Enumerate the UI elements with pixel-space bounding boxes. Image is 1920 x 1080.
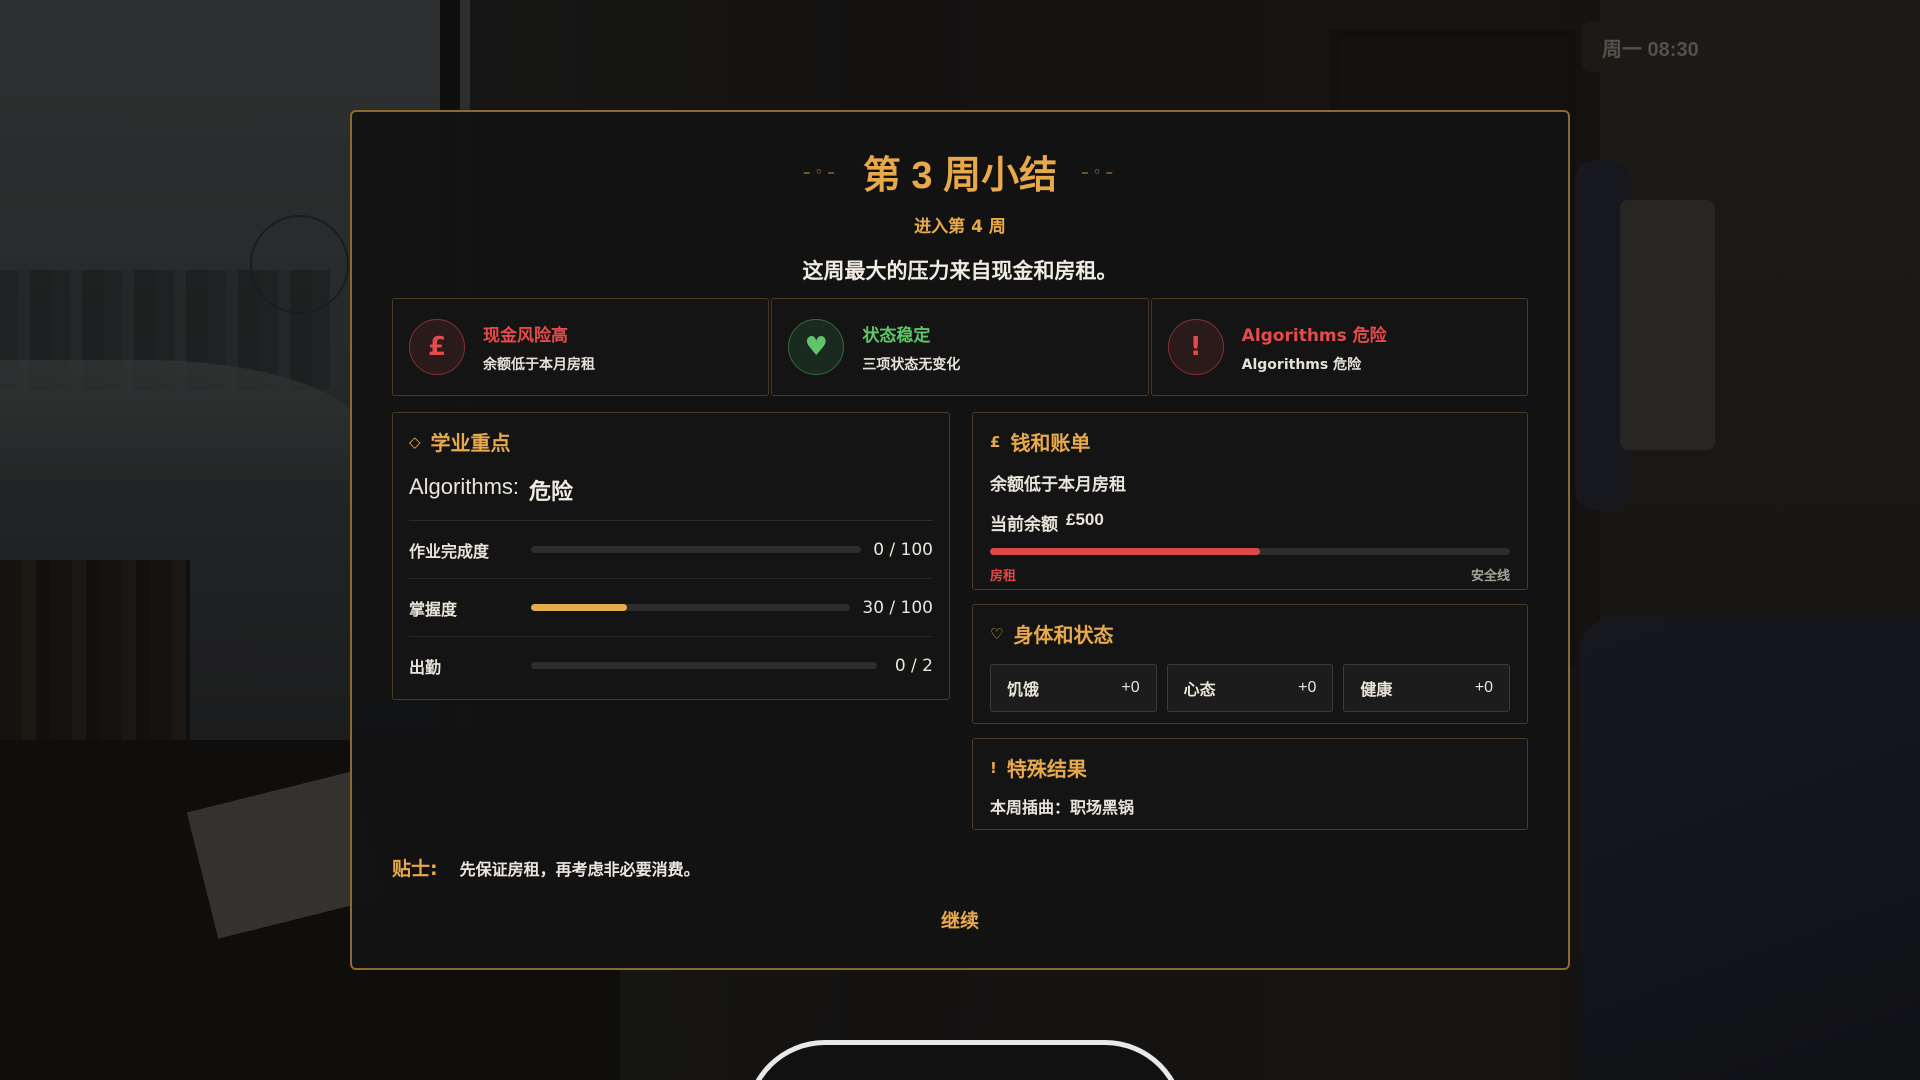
status-cards: £ 现金风险高 余额低于本月房租 ♥ 状态稳定 三项状态无变化 ! Algori…	[392, 298, 1528, 396]
balance-bar-labels: 房租 安全线	[990, 565, 1510, 584]
metric-row-mastery: 掌握度 30 / 100	[409, 579, 933, 637]
balance-value: £500	[1066, 510, 1104, 529]
study-panel-title: 学业重点	[430, 431, 511, 455]
money-panel-header: £ 钱和账单	[990, 427, 1510, 456]
safe-line-label: 安全线	[1470, 569, 1510, 584]
status-title: 状态稳定	[862, 325, 931, 346]
diamond-icon: ◇	[409, 432, 421, 451]
special-result-text: 本周插曲：职场黑锅	[990, 798, 1135, 817]
status-desc: 余额低于本月房租	[483, 356, 595, 373]
exclamation-icon: !	[990, 758, 997, 777]
rent-label: 房租	[990, 569, 1017, 584]
title-row: –◦– 第 3 周小结 –◦–	[352, 144, 1568, 199]
status-card-stable: ♥ 状态稳定 三项状态无变化	[771, 298, 1149, 396]
metric-value: 0 / 2	[894, 655, 933, 676]
body-panel-title: 身体和状态	[1013, 623, 1114, 647]
stat-delta: +0	[1121, 679, 1140, 696]
course-status: 危险	[529, 480, 574, 505]
money-panel: £ 钱和账单 余额低于本月房租 当前余额 £500 房租 安全线	[972, 412, 1528, 590]
bottom-handle	[745, 1040, 1185, 1080]
money-warning: 余额低于本月房租	[990, 475, 1126, 495]
body-status-panel: ♡ 身体和状态 饥饿 +0 心态 +0 健康 +0	[972, 604, 1528, 724]
tip-text: 先保证房租，再考虑非必要消费。	[459, 859, 700, 879]
status-desc: Algorithms 危险	[1241, 356, 1362, 373]
heart-outline-icon: ♡	[990, 624, 1004, 643]
status-title: Algorithms 危险	[1241, 325, 1387, 346]
status-card-course-danger: ! Algorithms 危险 Algorithms 危险	[1150, 298, 1528, 396]
stat-label: 饥饿	[1007, 680, 1040, 699]
stat-hunger: 饥饿 +0	[990, 664, 1157, 712]
progress-track	[531, 546, 862, 553]
stat-label: 健康	[1360, 680, 1393, 699]
dialog-subtitle: 进入第 4 周	[914, 217, 1006, 237]
stat-delta: +0	[1298, 679, 1317, 696]
body-panel-header: ♡ 身体和状态	[990, 619, 1510, 648]
dialog-title: 第 3 周小结	[862, 155, 1058, 197]
stat-label: 心态	[1183, 680, 1216, 699]
metric-value: 0 / 100	[873, 539, 933, 560]
status-desc: 三项状态无变化	[862, 356, 961, 373]
tip-row: 贴士: 先保证房租，再考虑非必要消费。	[392, 854, 700, 881]
clock-display: 周一 08:30	[1582, 22, 1902, 72]
pound-icon: £	[990, 432, 1001, 451]
metric-label: 掌握度	[409, 599, 458, 619]
continue-button[interactable]: 继续	[352, 906, 1568, 933]
title-ornament-right: –◦–	[1081, 162, 1117, 181]
progress-fill	[531, 604, 627, 611]
special-panel-title: 特殊结果	[1006, 757, 1087, 781]
metric-label: 出勤	[409, 657, 442, 677]
stat-health: 健康 +0	[1343, 664, 1511, 712]
study-panel-header: ◇ 学业重点	[409, 427, 933, 456]
status-card-cash-risk: £ 现金风险高 余额低于本月房租	[392, 298, 770, 396]
stat-delta: +0	[1474, 679, 1494, 696]
special-result-panel: ! 特殊结果 本周插曲：职场黑锅	[972, 738, 1528, 830]
stat-mood: 心态 +0	[1166, 664, 1334, 712]
course-row: Algorithms: 危险	[409, 474, 933, 521]
progress-track	[531, 662, 877, 669]
title-ornament-left: –◦–	[803, 162, 839, 181]
status-title: 现金风险高	[483, 325, 568, 346]
course-name: Algorithms:	[409, 474, 520, 499]
balance-row: 当前余额 £500	[990, 510, 1510, 535]
metric-value: 30 / 100	[862, 597, 933, 618]
week-summary-dialog: –◦– 第 3 周小结 –◦– 进入第 4 周 这周最大的压力来自现金和房租。 …	[350, 110, 1570, 970]
study-panel: ◇ 学业重点 Algorithms: 危险 作业完成度 0 / 100 掌握度 …	[392, 412, 950, 700]
body-stats: 饥饿 +0 心态 +0 健康 +0	[990, 664, 1511, 712]
special-panel-header: ! 特殊结果	[990, 753, 1510, 782]
pound-icon: £	[409, 319, 465, 375]
dialog-headline: 这周最大的压力来自现金和房租。	[802, 259, 1118, 283]
balance-label: 当前余额	[990, 515, 1058, 535]
heart-icon: ♥	[788, 319, 845, 375]
metric-row-homework: 作业完成度 0 / 100	[409, 521, 933, 579]
balance-bar	[990, 548, 1510, 555]
balance-bar-fill	[990, 548, 1261, 555]
tip-label: 贴士:	[392, 858, 438, 880]
progress-track	[531, 604, 851, 611]
metric-label: 作业完成度	[409, 541, 490, 561]
metric-row-attendance: 出勤 0 / 2	[409, 637, 933, 694]
money-panel-title: 钱和账单	[1010, 431, 1091, 455]
exclamation-icon: !	[1167, 319, 1224, 375]
